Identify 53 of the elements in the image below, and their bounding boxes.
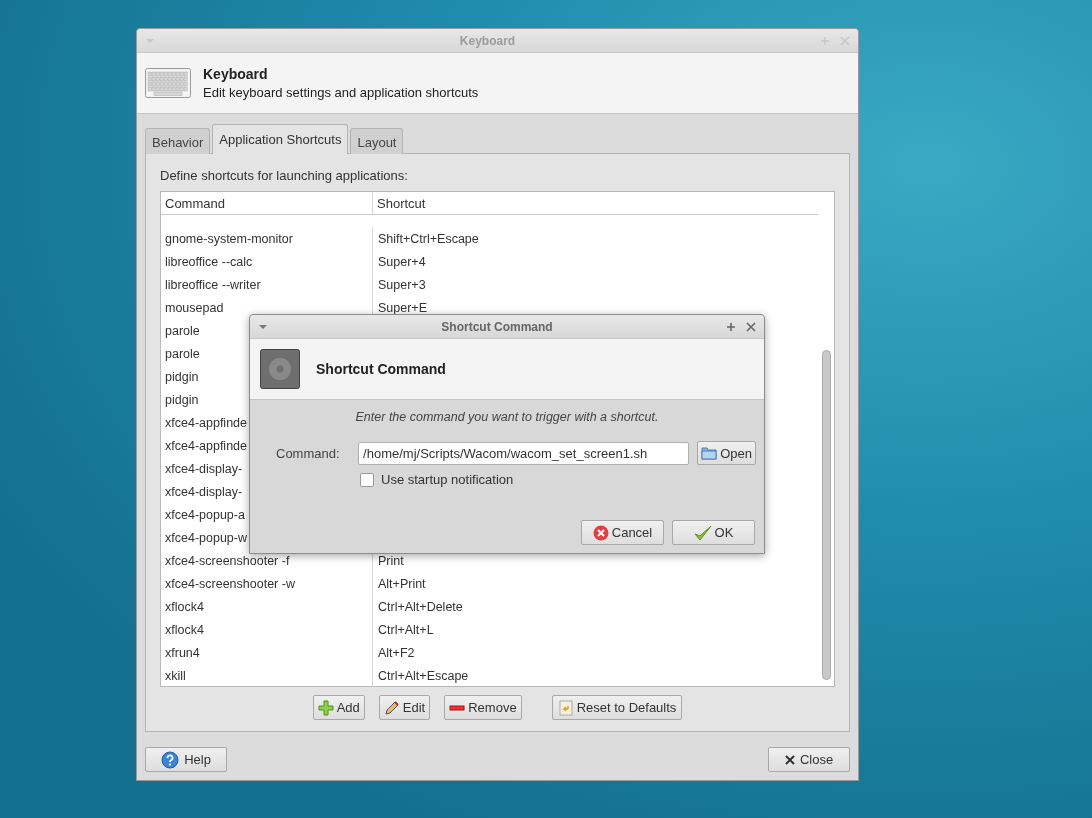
panel-description: Define shortcuts for launching applications: xyxy=(160,168,409,183)
help-button[interactable]: Help xyxy=(145,747,227,772)
checkbox[interactable] xyxy=(360,472,374,487)
keyboard-icon xyxy=(145,68,191,98)
checkmark-icon xyxy=(693,524,712,541)
close-icon xyxy=(784,754,795,765)
table-cell: xfce4-screenshooter -w xyxy=(161,572,373,595)
open-button[interactable]: Open xyxy=(697,441,756,465)
table-cell: libreoffice --writer xyxy=(161,273,373,296)
close-icon[interactable] xyxy=(746,321,756,332)
table-cell: xflock4 xyxy=(161,618,373,641)
command-field[interactable]: /home/mj/Scripts/Wacom/wacom_set_screen1.sh xyxy=(358,441,690,465)
table-cell-text: Ctrl+Alt+L xyxy=(377,621,434,639)
edit-button[interactable]: Edit xyxy=(378,695,431,720)
column-header[interactable]: Command xyxy=(161,192,373,214)
reset-button[interactable]: Reset to Defaults xyxy=(551,695,683,720)
table-cell: xflock4 xyxy=(161,595,373,618)
window-menu-icon[interactable] xyxy=(258,323,268,330)
table-cell-text: Ctrl+Alt+Escape xyxy=(377,667,469,685)
tab[interactable]: Application Shortcuts xyxy=(212,124,349,154)
column-header[interactable]: Shortcut xyxy=(373,192,426,214)
table-cell: xfrun4 xyxy=(161,641,373,664)
dialog-title: Shortcut Command xyxy=(440,319,554,334)
checkbox-label: Use startup notification xyxy=(381,472,514,487)
window-title: Keyboard xyxy=(458,33,517,48)
table-cell: gnome-system-monitor xyxy=(161,227,373,250)
table-cell: libreoffice --calc xyxy=(161,250,373,273)
pencil-icon xyxy=(383,699,400,716)
close-button[interactable]: Close xyxy=(768,747,850,772)
ok-button[interactable]: OK xyxy=(672,520,755,545)
folder-icon xyxy=(701,446,718,460)
table-cell-text: Super+4 xyxy=(377,253,426,271)
add-button[interactable]: Add xyxy=(312,695,365,720)
tab[interactable]: Behavior xyxy=(145,128,211,154)
table-cell-text: Alt+Print xyxy=(377,575,426,593)
table-cell-text: Print xyxy=(377,552,404,570)
help-icon xyxy=(161,750,180,769)
window-subheading: Edit keyboard settings and application shortcuts xyxy=(203,85,479,100)
gear-icon xyxy=(260,349,300,389)
table-cell: xkill xyxy=(161,664,373,687)
plus-icon xyxy=(317,699,334,716)
revert-icon xyxy=(557,699,574,716)
cancel-button[interactable]: Cancel xyxy=(581,520,664,545)
maximize-icon[interactable] xyxy=(726,321,736,332)
table-cell-text: Super+E xyxy=(377,299,427,317)
table-cell-text: Shift+Ctrl+Escape xyxy=(377,230,479,248)
cancel-icon xyxy=(592,524,609,541)
tab[interactable]: Layout xyxy=(350,128,404,154)
table-cell-text: Alt+F2 xyxy=(377,644,415,662)
window-heading: Keyboard xyxy=(203,66,269,82)
remove-button[interactable]: Remove xyxy=(444,695,522,720)
table-cell-text: Ctrl+Alt+Delete xyxy=(377,598,463,616)
table-cell-text: Super+3 xyxy=(377,276,426,294)
